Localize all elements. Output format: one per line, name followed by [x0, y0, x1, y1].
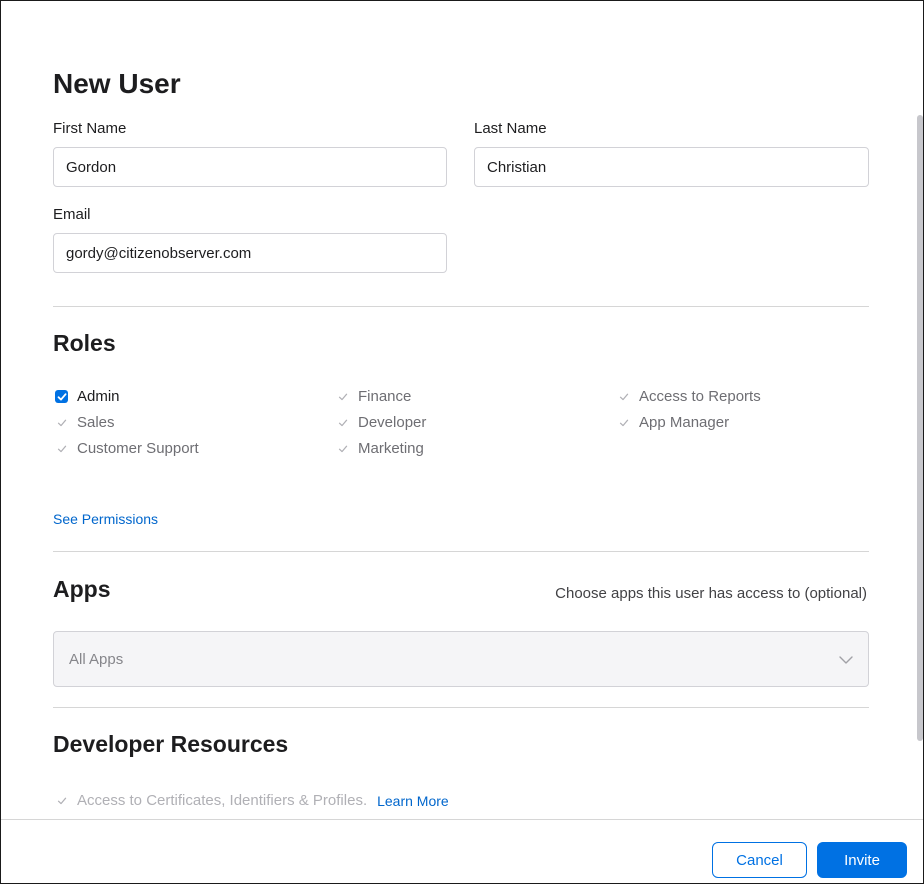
checkmark-icon [619, 419, 628, 426]
divider [53, 551, 869, 552]
developer-resources-heading: Developer Resources [53, 731, 289, 757]
role-marketing-label: Marketing [358, 440, 424, 457]
checkmark-icon [57, 419, 66, 426]
apps-select[interactable]: All Apps [53, 631, 869, 687]
role-admin-label: Admin [77, 388, 120, 405]
role-sales[interactable]: Sales [55, 414, 115, 431]
first-name-field[interactable] [53, 147, 447, 187]
developer-resources-option[interactable]: Access to Certificates, Identifiers & Pr… [55, 792, 449, 809]
cancel-button[interactable]: Cancel [712, 842, 807, 878]
new-user-dialog: New User First Name Last Name Email Role… [0, 0, 924, 884]
checkbox-finance[interactable] [336, 390, 349, 403]
checkbox-certificates[interactable] [55, 794, 68, 807]
checkbox-access-to-reports[interactable] [617, 390, 630, 403]
role-access-to-reports[interactable]: Access to Reports [617, 388, 761, 405]
checkbox-customer-support[interactable] [55, 442, 68, 455]
checkbox-admin[interactable] [55, 390, 68, 403]
checkmark-icon [57, 797, 66, 804]
apps-heading: Apps [53, 576, 111, 602]
divider [53, 707, 869, 708]
role-access-to-reports-label: Access to Reports [639, 388, 761, 405]
dialog-content: New User First Name Last Name Email Role… [1, 1, 923, 819]
role-sales-label: Sales [77, 414, 115, 431]
last-name-field[interactable] [474, 147, 869, 187]
role-admin[interactable]: Admin [55, 388, 120, 405]
checkmark-icon [338, 393, 347, 400]
checkbox-app-manager[interactable] [617, 416, 630, 429]
dialog-footer: Cancel Invite [1, 819, 923, 883]
checkmark-icon [338, 419, 347, 426]
certificates-label: Access to Certificates, Identifiers & Pr… [77, 792, 368, 809]
apps-hint: Choose apps this user has access to (opt… [555, 585, 867, 602]
checkbox-sales[interactable] [55, 416, 68, 429]
checkmark-icon [619, 393, 628, 400]
scrollbar[interactable] [917, 115, 923, 741]
checkmark-icon [338, 445, 347, 452]
chevron-down-icon [839, 656, 853, 664]
first-name-label: First Name [53, 120, 127, 137]
role-customer-support-label: Customer Support [77, 440, 199, 457]
invite-button[interactable]: Invite [817, 842, 907, 878]
last-name-label: Last Name [474, 120, 547, 137]
roles-heading: Roles [53, 330, 116, 356]
divider [53, 306, 869, 307]
checkmark-icon [57, 445, 66, 452]
role-developer-label: Developer [358, 414, 427, 431]
role-app-manager-label: App Manager [639, 414, 730, 431]
learn-more-link[interactable]: Learn More [377, 793, 449, 809]
role-customer-support[interactable]: Customer Support [55, 440, 199, 457]
role-finance[interactable]: Finance [336, 388, 411, 405]
dialog-title: New User [53, 68, 181, 99]
role-developer[interactable]: Developer [336, 414, 426, 431]
apps-select-value: All Apps [69, 651, 124, 668]
see-permissions-link[interactable]: See Permissions [53, 511, 158, 527]
email-label: Email [53, 206, 91, 223]
email-field[interactable] [53, 233, 447, 273]
checkbox-marketing[interactable] [336, 442, 349, 455]
role-app-manager[interactable]: App Manager [617, 414, 729, 431]
role-finance-label: Finance [358, 388, 412, 405]
checkmark-icon [57, 392, 66, 400]
checkbox-developer[interactable] [336, 416, 349, 429]
role-marketing[interactable]: Marketing [336, 440, 424, 457]
